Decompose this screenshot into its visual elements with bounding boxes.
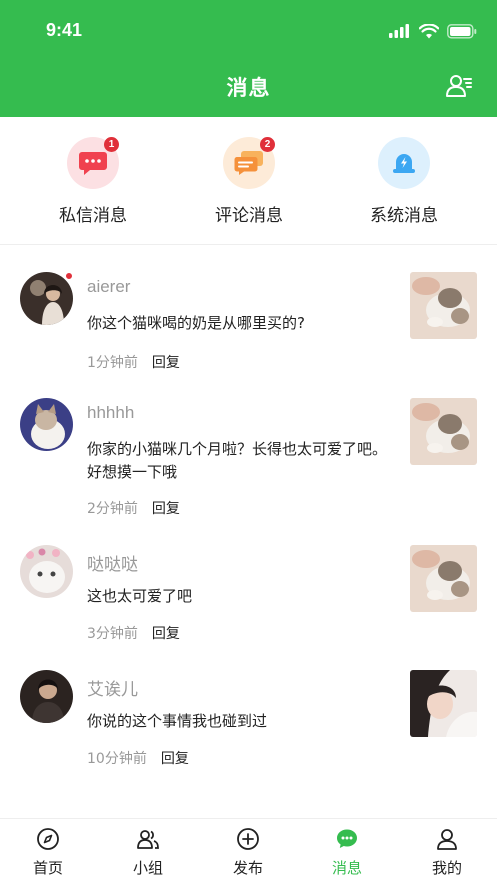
post-thumbnail[interactable] <box>410 398 477 465</box>
post-thumbnail[interactable] <box>410 272 477 339</box>
message-meta: 10分钟前 回复 <box>87 748 189 768</box>
avatar-photo <box>20 398 73 451</box>
chat-bubble-icon <box>79 152 107 175</box>
status-time: 9:41 <box>46 20 83 40</box>
user-icon <box>437 829 457 850</box>
sender-name: 哒哒哒 <box>87 555 138 574</box>
message-item[interactable]: hhhhh 你家的小猫咪几个月啦？长得也太可爱了吧。好想摸一下哦 2分钟前 回复 <box>0 398 497 528</box>
message-categories: 1 私信消息 2 评论消息 系统消息 <box>0 117 497 245</box>
bottom-tab-bar: 首页 小组 发布 消息 我的 <box>0 818 497 883</box>
message-text: 你说的这个事情我也碰到过 <box>87 712 268 730</box>
group-icon <box>137 830 159 849</box>
category-comment-messages[interactable]: 2 评论消息 <box>189 135 309 235</box>
tab-label: 首页 <box>32 859 63 877</box>
avatar[interactable] <box>20 545 73 598</box>
tab-groups[interactable]: 小组 <box>108 827 188 878</box>
tab-home[interactable]: 首页 <box>8 827 88 878</box>
signal-icon <box>389 24 409 38</box>
message-meta: 1分钟前 回复 <box>87 352 180 372</box>
avatar-photo <box>20 545 73 598</box>
wifi-icon <box>419 23 439 38</box>
contacts-button[interactable] <box>445 72 473 100</box>
avatar[interactable] <box>20 670 73 723</box>
unread-dot <box>65 272 73 280</box>
category-label: 私信消息 <box>59 206 127 226</box>
avatar-photo <box>20 670 73 723</box>
avatar-photo <box>20 272 73 325</box>
message-time: 2分钟前 <box>87 501 138 517</box>
sender-name: hhhhh <box>87 403 135 422</box>
message-time: 10分钟前 <box>87 751 147 767</box>
message-time: 1分钟前 <box>87 355 138 371</box>
kitten-photo <box>410 272 477 339</box>
sender-name: aierer <box>87 277 131 296</box>
sender-name: 艾诶儿 <box>87 680 138 699</box>
comments-icon <box>234 151 263 175</box>
message-text: 你这个猫咪喝的奶是从哪里买的? <box>87 314 305 332</box>
message-time: 3分钟前 <box>87 626 138 642</box>
reply-button[interactable]: 回复 <box>152 498 180 518</box>
message-item[interactable]: 哒哒哒 这也太可爱了吧 3分钟前 回复 <box>0 545 497 650</box>
message-meta: 3分钟前 回复 <box>87 623 180 643</box>
reply-button[interactable]: 回复 <box>161 748 189 768</box>
reply-button[interactable]: 回复 <box>152 352 180 372</box>
post-thumbnail[interactable] <box>410 670 477 737</box>
battery-icon <box>447 23 477 39</box>
tab-label: 小组 <box>132 859 163 877</box>
message-item[interactable]: aierer 你这个猫咪喝的奶是从哪里买的? 1分钟前 回复 <box>0 272 497 382</box>
message-icon <box>337 829 357 848</box>
tab-label: 消息 <box>331 859 362 877</box>
category-private-messages[interactable]: 1 私信消息 <box>33 135 153 235</box>
kitten-photo <box>410 545 477 612</box>
plus-circle-icon <box>237 828 259 850</box>
category-label: 系统消息 <box>370 206 438 226</box>
page-title: 消息 <box>226 76 271 100</box>
tab-messages[interactable]: 消息 <box>307 827 387 878</box>
unread-badge: 1 <box>104 137 119 152</box>
contacts-icon <box>446 75 472 97</box>
message-meta: 2分钟前 回复 <box>87 498 180 518</box>
tab-label: 我的 <box>431 859 462 877</box>
category-system-messages[interactable]: 系统消息 <box>344 135 464 235</box>
unread-badge: 2 <box>260 137 275 152</box>
message-text: 这也太可爱了吧 <box>87 587 193 605</box>
status-icons <box>389 20 477 42</box>
tab-label: 发布 <box>232 859 263 877</box>
avatar[interactable] <box>20 272 73 325</box>
compass-icon <box>37 828 59 850</box>
app-header: 9:41 消息 <box>0 0 497 117</box>
girl-photo <box>410 670 477 737</box>
post-thumbnail[interactable] <box>410 545 477 612</box>
tab-profile[interactable]: 我的 <box>407 827 487 878</box>
bell-icon <box>393 154 415 173</box>
tab-publish[interactable]: 发布 <box>208 827 288 878</box>
category-label: 评论消息 <box>215 206 283 226</box>
message-item[interactable]: 艾诶儿 你说的这个事情我也碰到过 10分钟前 回复 <box>0 670 497 775</box>
message-text: 你家的小猫咪几个月啦？长得也太可爱了吧。好想摸一下哦 <box>87 440 388 481</box>
reply-button[interactable]: 回复 <box>152 623 180 643</box>
kitten-photo <box>410 398 477 465</box>
avatar[interactable] <box>20 398 73 451</box>
bell-icon-bg <box>378 137 430 189</box>
